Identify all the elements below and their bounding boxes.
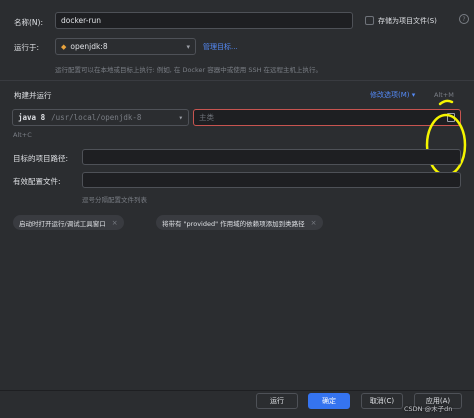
active-profiles-label: 有效配置文件: bbox=[13, 177, 61, 186]
chip-open-tool-window[interactable]: 启动时打开运行/调试工具窗口 × bbox=[13, 215, 124, 230]
footer-divider bbox=[0, 390, 474, 391]
chip-provided-scope[interactable]: 将带有 "provided" 作用域的依赖项添加到类路径 × bbox=[156, 215, 323, 230]
highlight-stroke bbox=[438, 99, 454, 106]
cancel-button[interactable]: 取消(C) bbox=[361, 393, 403, 409]
chip-label: 启动时打开运行/调试工具窗口 bbox=[19, 219, 106, 228]
watermark: CSDN @木子dn bbox=[404, 405, 453, 413]
ok-button[interactable]: 确定 bbox=[308, 393, 350, 409]
target-path-input[interactable] bbox=[82, 149, 461, 165]
close-icon[interactable]: × bbox=[311, 219, 317, 227]
run-button[interactable]: 运行 bbox=[256, 393, 298, 409]
active-profiles-input[interactable] bbox=[82, 172, 461, 188]
highlight-circle bbox=[425, 113, 467, 177]
target-path-label: 目标的项目路径: bbox=[13, 154, 69, 163]
annotation-overlay bbox=[425, 99, 467, 177]
close-icon[interactable]: × bbox=[112, 219, 118, 227]
chip-label: 将带有 "provided" 作用域的依赖项添加到类路径 bbox=[162, 219, 305, 228]
profiles-hint: 逗号分隔配置文件列表 bbox=[82, 196, 147, 204]
